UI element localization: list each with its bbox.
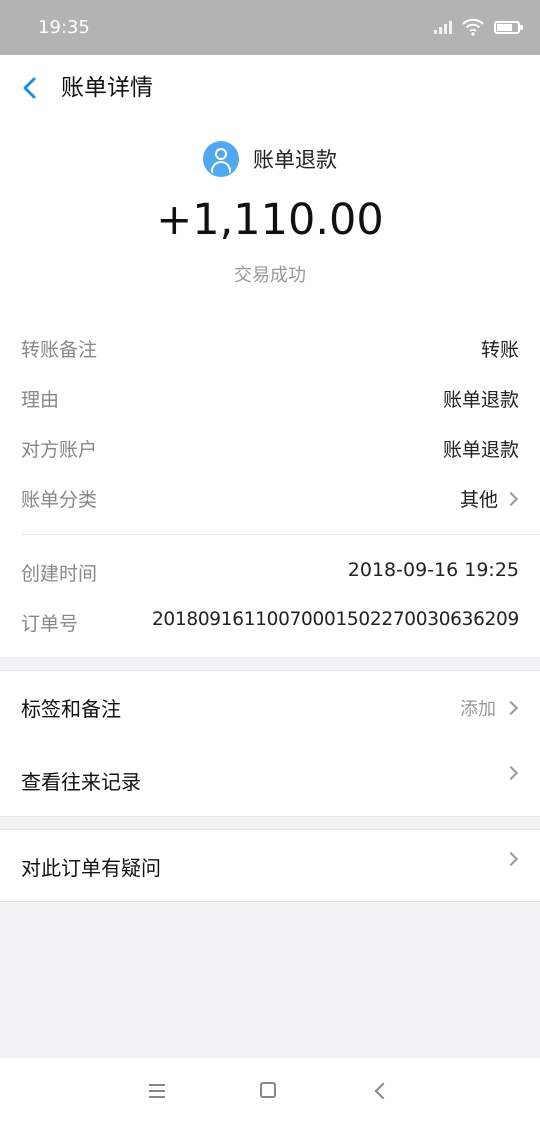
back-icon[interactable] [366, 1076, 396, 1106]
detail-label: 理由 [21, 389, 60, 411]
detail-value: 其他 [459, 489, 498, 511]
menu-group-secondary: 对此订单有疑问 [0, 829, 540, 902]
detail-value: 转账 [480, 339, 519, 361]
menu-right: 添加 [460, 695, 519, 721]
chevron-right-icon [503, 700, 519, 716]
detail-row-reason: 理由 账单退款 [0, 377, 540, 417]
divider [21, 534, 540, 535]
home-icon[interactable] [260, 1082, 276, 1098]
menu-label: 对此订单有疑问 [21, 856, 161, 880]
detail-row-counterparty: 对方账户 账单退款 [0, 427, 540, 467]
signal-icon [434, 20, 452, 34]
status-bar: 19:35 [0, 0, 540, 55]
detail-label: 订单号 [21, 613, 79, 635]
detail-row-created: 创建时间 2018-09-16 19:25 [0, 551, 540, 591]
battery-icon [494, 20, 523, 34]
category-value[interactable]: 其他 [460, 485, 519, 512]
status-icons [434, 16, 523, 38]
system-nav-bar [0, 1058, 540, 1124]
menu-right [503, 765, 519, 781]
chevron-left-icon [23, 77, 36, 99]
summary-name-row: 账单退款 [0, 141, 540, 177]
menu-label: 标签和备注 [21, 697, 121, 721]
menu-right [503, 851, 519, 867]
menu-label: 查看往来记录 [21, 770, 141, 794]
wifi-icon [462, 18, 484, 36]
page-title: 账单详情 [61, 75, 153, 101]
transaction-status: 交易成功 [234, 265, 306, 286]
amount: +1,110.00 [156, 195, 384, 245]
back-button[interactable] [14, 71, 48, 105]
chevron-right-icon [503, 491, 519, 506]
tags-notes-item[interactable]: 标签和备注 添加 [0, 671, 540, 743]
detail-row-category[interactable]: 账单分类 其他 [0, 477, 540, 517]
detail-value: 账单退款 [442, 439, 519, 461]
detail-label: 账单分类 [21, 489, 98, 511]
menu-group-primary: 标签和备注 添加 查看往来记录 [0, 670, 540, 817]
detail-label: 对方账户 [21, 439, 98, 461]
order-question-item[interactable]: 对此订单有疑问 [0, 830, 540, 902]
header: 账单详情 [0, 55, 540, 121]
add-action: 添加 [460, 699, 496, 720]
detail-label: 创建时间 [21, 563, 98, 585]
summary-name: 账单退款 [253, 148, 337, 172]
detail-label: 转账备注 [21, 339, 98, 361]
history-item[interactable]: 查看往来记录 [0, 744, 540, 816]
user-avatar-icon [203, 141, 239, 177]
menu-icon[interactable] [142, 1076, 172, 1106]
bill-summary: 账单退款 +1,110.00 交易成功 [0, 121, 540, 303]
chevron-right-icon [503, 765, 519, 781]
detail-row-remark: 转账备注 转账 [0, 327, 540, 367]
status-time: 19:35 [38, 17, 90, 38]
order-number: 20180916110070001502270030636209 [151, 609, 519, 630]
detail-row-order: 订单号 20180916110070001502270030636209 [0, 601, 540, 641]
detail-value: 账单退款 [442, 389, 519, 411]
chevron-right-icon [503, 851, 519, 867]
detail-value: 2018-09-16 19:25 [347, 559, 519, 581]
bill-details: 转账备注 转账 理由 账单退款 对方账户 账单退款 账单分类 其他 创建时间 2… [0, 303, 540, 657]
